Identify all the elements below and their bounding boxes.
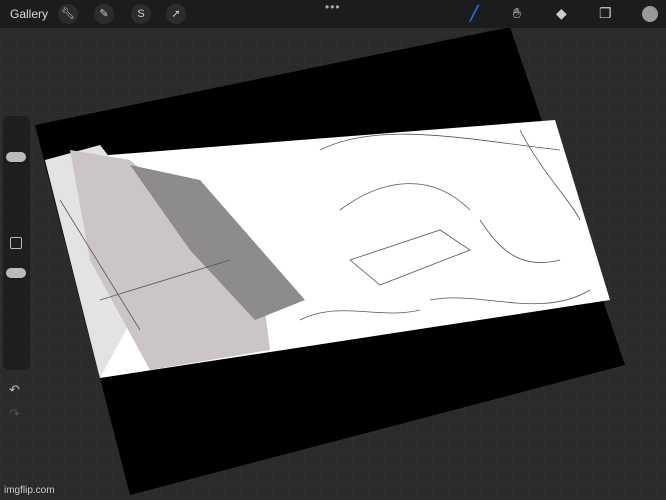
adjustments-wand-icon[interactable]: ✎ [94, 4, 114, 24]
transform-arrow-icon[interactable]: ➚ [166, 4, 186, 24]
actions-wrench-icon[interactable]: 🔧︎ [58, 4, 78, 24]
layers-icon[interactable]: ❐ [599, 5, 612, 22]
eraser-icon[interactable]: ◆ [556, 5, 567, 22]
opacity-slider[interactable] [6, 268, 26, 278]
selection-icon[interactable]: S [131, 4, 151, 24]
redo-icon[interactable]: ↷ [9, 406, 20, 422]
watermark: imgflip.com [4, 485, 55, 496]
drawing-canvas[interactable] [0, 0, 666, 500]
modify-button[interactable] [10, 237, 22, 249]
color-picker-swatch[interactable] [642, 6, 658, 22]
smudge-icon[interactable]: ✋︎ [513, 5, 521, 22]
left-sidebar [3, 116, 30, 370]
brush-size-slider[interactable] [6, 152, 26, 162]
brush-icon[interactable]: ╱ [470, 5, 478, 22]
undo-icon[interactable]: ↶ [9, 382, 20, 398]
gallery-button[interactable]: Gallery [10, 7, 48, 21]
top-toolbar: Gallery 🔧︎ ✎ S ➚ ••• ╱ ✋︎ ◆ ❐ [0, 0, 666, 28]
more-dots-handle[interactable]: ••• [325, 0, 341, 14]
